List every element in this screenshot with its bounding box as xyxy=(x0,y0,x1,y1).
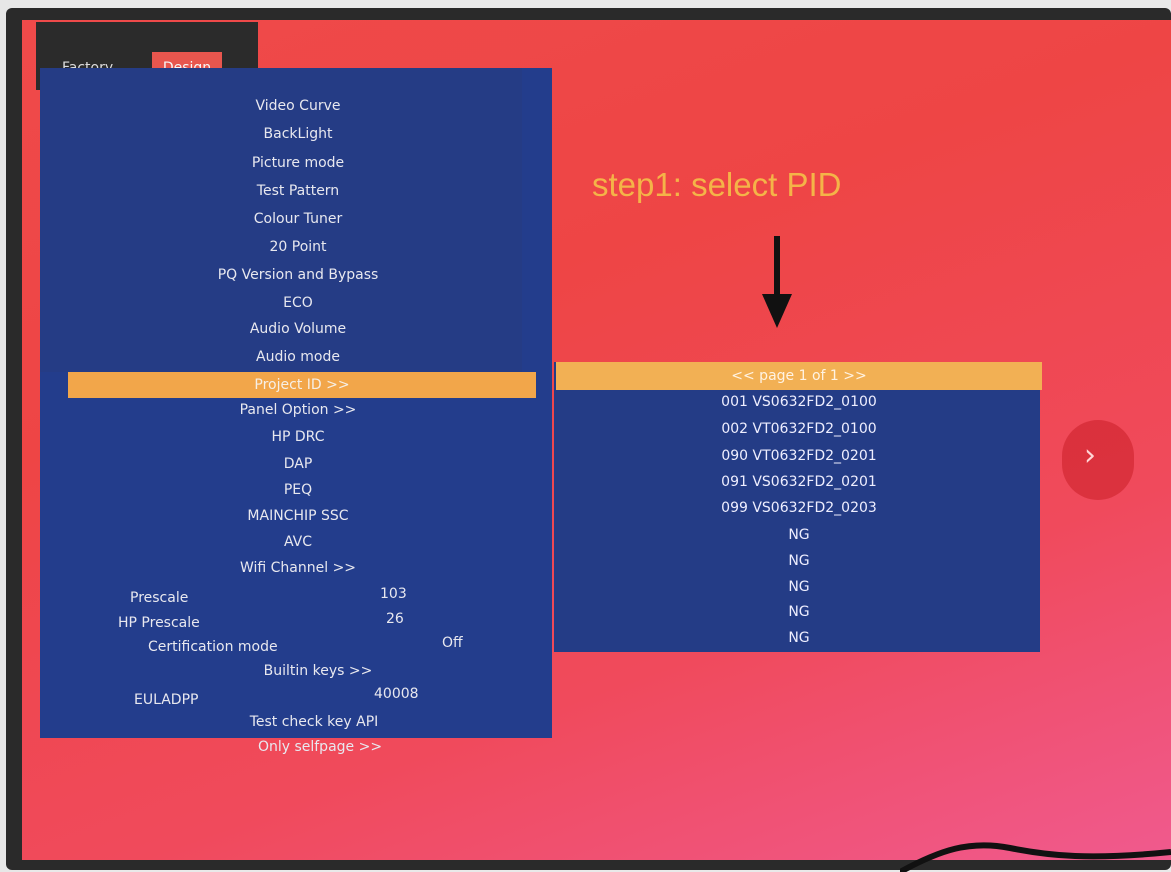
menu-item-test-check-key-api[interactable]: Test check key API xyxy=(84,714,544,730)
pid-page-label: << page 1 of 1 >> xyxy=(731,368,867,384)
down-arrow-icon xyxy=(762,236,792,328)
pid-list-item[interactable]: 091 VS0632FD2_0201 xyxy=(556,474,1042,490)
menu-item-pq-version[interactable]: PQ Version and Bypass xyxy=(68,267,528,283)
menu-item-only-selfpage[interactable]: Only selfpage >> xyxy=(90,739,550,755)
euladpp-value: 40008 xyxy=(374,686,419,702)
menu-item-video-curve[interactable]: Video Curve xyxy=(68,98,528,114)
hp-prescale-value: 26 xyxy=(386,611,404,627)
menu-item-builtin-keys[interactable]: Builtin keys >> xyxy=(88,663,548,679)
pid-list-item[interactable]: NG xyxy=(556,553,1042,569)
prescale-value: 103 xyxy=(380,586,407,602)
menu-item-project-id-selected[interactable]: Project ID >> xyxy=(68,372,536,398)
prescale-label[interactable]: Prescale xyxy=(130,590,188,606)
menu-item-panel-option[interactable]: Panel Option >> xyxy=(68,402,528,418)
menu-item-hp-drc[interactable]: HP DRC xyxy=(68,429,528,445)
menu-item-20-point[interactable]: 20 Point xyxy=(68,239,528,255)
menu-item-mainchip-ssc[interactable]: MAINCHIP SSC xyxy=(68,508,528,524)
menu-item-dap[interactable]: DAP xyxy=(68,456,528,472)
pid-list-item[interactable]: NG xyxy=(556,527,1042,543)
menu-item-test-pattern[interactable]: Test Pattern xyxy=(68,183,528,199)
chevron-right-icon: › xyxy=(1084,438,1096,473)
menu-item-backlight[interactable]: BackLight xyxy=(68,126,528,142)
pid-list-item[interactable]: NG xyxy=(556,579,1042,595)
pid-list-item[interactable]: NG xyxy=(556,630,1042,646)
menu-item-wifi-channel[interactable]: Wifi Channel >> xyxy=(68,560,528,576)
menu-item-picture-mode[interactable]: Picture mode xyxy=(68,155,528,171)
pid-list-item[interactable]: 090 VT0632FD2_0201 xyxy=(556,448,1042,464)
menu-item-audio-volume[interactable]: Audio Volume xyxy=(68,321,528,337)
step-annotation: step1: select PID xyxy=(592,166,842,203)
hp-prescale-label[interactable]: HP Prescale xyxy=(118,615,200,631)
menu-item-eco[interactable]: ECO xyxy=(68,295,528,311)
menu-item-colour-tuner[interactable]: Colour Tuner xyxy=(68,211,528,227)
next-page-button[interactable]: › xyxy=(1062,420,1134,500)
menu-item-audio-mode[interactable]: Audio mode xyxy=(68,349,528,365)
pid-page-header[interactable]: << page 1 of 1 >> xyxy=(556,362,1042,390)
pid-list-item[interactable]: 002 VT0632FD2_0100 xyxy=(556,421,1042,437)
pid-list-item[interactable]: 001 VS0632FD2_0100 xyxy=(556,394,1042,410)
pid-list-item[interactable]: 099 VS0632FD2_0203 xyxy=(556,500,1042,516)
menu-item-avc[interactable]: AVC xyxy=(68,534,528,550)
certification-mode-value: Off xyxy=(442,635,463,651)
menu-item-label: Project ID >> xyxy=(254,377,350,393)
menu-item-peq[interactable]: PEQ xyxy=(68,482,528,498)
pid-list-item[interactable]: NG xyxy=(556,604,1042,620)
power-cable xyxy=(900,842,1171,872)
certification-mode-label[interactable]: Certification mode xyxy=(148,639,278,655)
euladpp-label[interactable]: EULADPP xyxy=(134,692,198,708)
